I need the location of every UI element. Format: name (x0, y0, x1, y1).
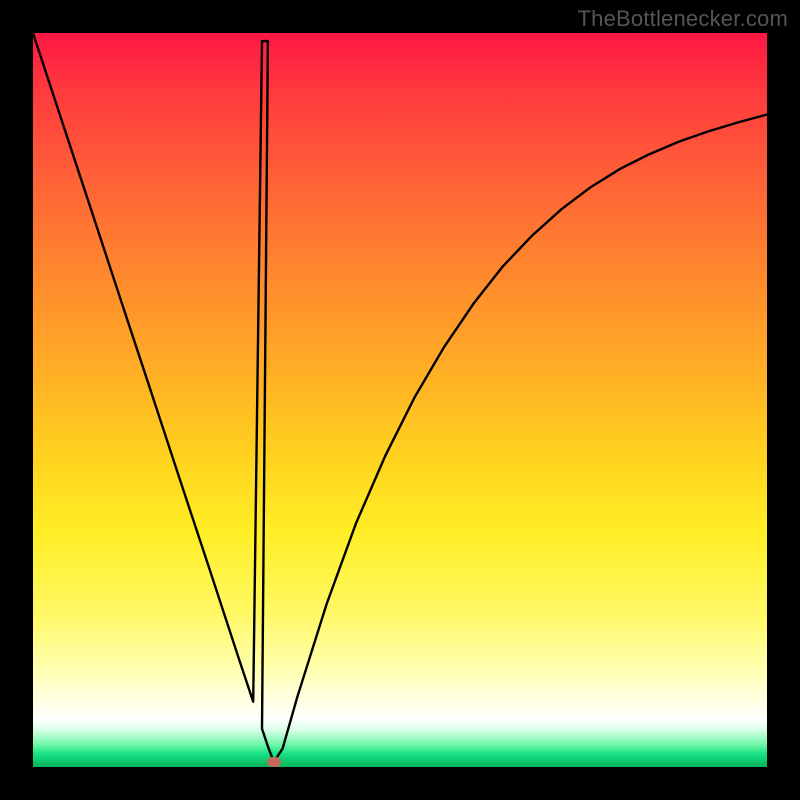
watermark-text: TheBottlenecker.com (578, 6, 788, 32)
heatmap-background (33, 33, 767, 767)
plot-area (33, 33, 767, 767)
chart-frame: TheBottlenecker.com (0, 0, 800, 800)
optimal-point-marker (267, 757, 281, 767)
